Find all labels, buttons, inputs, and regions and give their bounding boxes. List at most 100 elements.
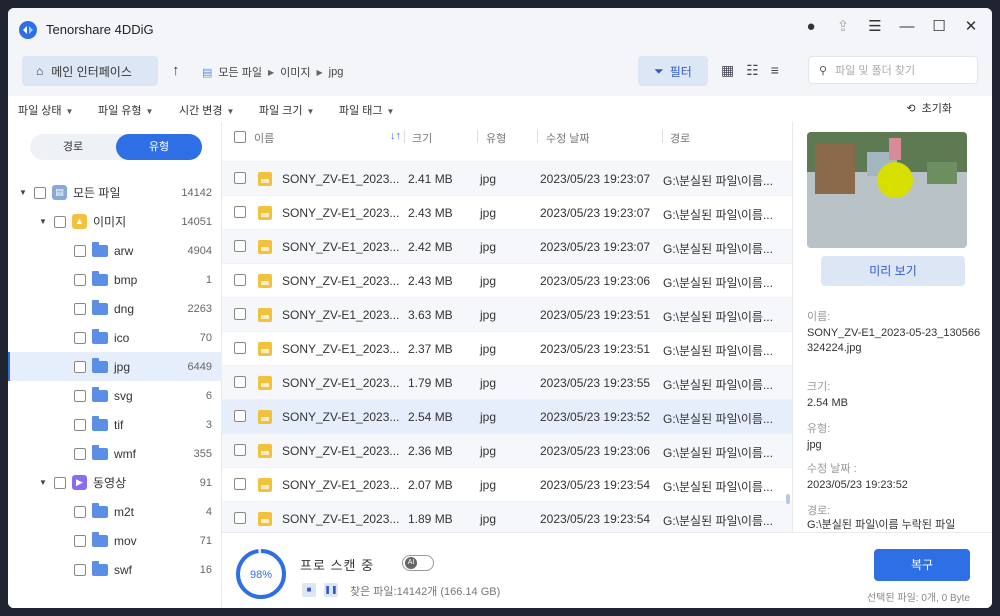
tree-item-mov[interactable]: mov 71 — [8, 526, 222, 555]
minimize-icon[interactable]: — — [898, 18, 916, 36]
tab-path[interactable]: 경로 — [30, 134, 116, 160]
tree-item-arw[interactable]: arw 4904 — [8, 236, 222, 265]
account-icon[interactable]: ● — [802, 18, 820, 36]
detail-view-icon[interactable]: ☷ — [746, 62, 759, 79]
checkbox[interactable] — [54, 215, 66, 228]
cell-size: 1.79 MB — [408, 376, 453, 390]
tree-item-tif[interactable]: tif 3 — [8, 410, 222, 439]
tree-item-all-files[interactable]: ▼ ▤ 모든 파일 14142 — [8, 178, 222, 207]
table-row[interactable]: SONY_ZV-E1_2023... 1.89 MB jpg 2023/05/2… — [222, 501, 792, 535]
tree-item-images[interactable]: ▼ ▲ 이미지 14051 — [8, 207, 222, 236]
column-name[interactable]: 이름 — [254, 130, 274, 146]
reset-button[interactable]: ⟲ 초기화 — [906, 100, 952, 116]
checkbox[interactable] — [74, 360, 86, 373]
row-checkbox[interactable] — [234, 444, 246, 456]
column-size[interactable]: 크기 — [412, 130, 432, 146]
breadcrumb-item[interactable]: 모든 파일 — [218, 64, 262, 80]
tab-type[interactable]: 유형 — [116, 134, 202, 160]
column-path[interactable]: 경로 — [670, 130, 690, 146]
share-icon[interactable]: ⇪ — [834, 18, 852, 36]
pause-button[interactable]: ❚❚ — [324, 583, 338, 597]
up-arrow-icon[interactable]: ↑ — [172, 62, 180, 79]
row-checkbox[interactable] — [234, 172, 246, 184]
maximize-icon[interactable]: ☐ — [930, 18, 948, 36]
filter-file-status[interactable]: 파일 상태 ▼ — [18, 102, 73, 118]
row-checkbox[interactable] — [234, 274, 246, 286]
table-row[interactable]: SONY_ZV-E1_2023... 3.63 MB jpg 2023/05/2… — [222, 297, 792, 331]
row-checkbox[interactable] — [234, 410, 246, 422]
cell-name: SONY_ZV-E1_2023... — [282, 240, 400, 254]
row-checkbox[interactable] — [234, 240, 246, 252]
filter-button[interactable]: ⏷ 필터 — [638, 56, 708, 86]
row-checkbox[interactable] — [234, 342, 246, 354]
row-checkbox[interactable] — [234, 512, 246, 524]
cell-path: G:\분실된 파일\이름... — [663, 412, 773, 426]
preview-button[interactable]: 미리 보기 — [821, 256, 965, 286]
table-row[interactable]: SONY_ZV-E1_2023... 2.42 MB jpg 2023/05/2… — [222, 229, 792, 263]
checkbox[interactable] — [34, 186, 46, 199]
tree-item-ico[interactable]: ico 70 — [8, 323, 222, 352]
table-row[interactable]: SONY_ZV-E1_2023... 2.37 MB jpg 2023/05/2… — [222, 331, 792, 365]
table-row[interactable]: SONY_ZV-E1_2023... 2.07 MB jpg 2023/05/2… — [222, 467, 792, 501]
row-checkbox[interactable] — [234, 308, 246, 320]
breadcrumb-item[interactable]: jpg — [329, 66, 344, 78]
ai-toggle[interactable]: AI — [402, 555, 434, 571]
menu-icon[interactable]: ☰ — [866, 18, 884, 36]
list-view-icon[interactable]: ≡ — [771, 62, 779, 79]
checkbox[interactable] — [74, 563, 86, 576]
tree-label: bmp — [114, 272, 138, 287]
table-row[interactable]: SONY_ZV-E1_2023... 2.41 MB jpg 2023/05/2… — [222, 161, 792, 195]
table-row[interactable]: SONY_ZV-E1_2023... 2.54 MB jpg 2023/05/2… — [222, 399, 792, 433]
grid-view-icon[interactable]: ▦ — [721, 62, 734, 79]
expand-icon[interactable]: ▼ — [18, 188, 28, 197]
table-row[interactable]: SONY_ZV-E1_2023... 2.43 MB jpg 2023/05/2… — [222, 263, 792, 297]
checkbox[interactable] — [74, 389, 86, 402]
cell-size: 2.07 MB — [408, 478, 453, 492]
tree-item-wmf[interactable]: wmf 355 — [8, 439, 222, 468]
checkbox[interactable] — [54, 476, 66, 489]
checkbox[interactable] — [74, 331, 86, 344]
close-icon[interactable]: ✕ — [962, 18, 980, 36]
table-row[interactable]: SONY_ZV-E1_2023... 2.43 MB jpg 2023/05/2… — [222, 195, 792, 229]
checkbox[interactable] — [74, 534, 86, 547]
checkbox[interactable] — [74, 273, 86, 286]
checkbox[interactable] — [74, 505, 86, 518]
filter-file-size[interactable]: 파일 크기 ▼ — [259, 102, 314, 118]
row-checkbox[interactable] — [234, 206, 246, 218]
column-type[interactable]: 유형 — [486, 130, 506, 146]
filter-file-tag[interactable]: 파일 태그 ▼ — [339, 102, 394, 118]
tree-item-bmp[interactable]: bmp 1 — [8, 265, 222, 294]
table-row[interactable]: SONY_ZV-E1_2023... 1.79 MB jpg 2023/05/2… — [222, 365, 792, 399]
row-checkbox[interactable] — [234, 478, 246, 490]
search-input[interactable]: ⚲ 파일 및 폴더 찾기 — [808, 56, 978, 84]
tree-item-svg[interactable]: svg 6 — [8, 381, 222, 410]
tree-item-m2t[interactable]: m2t 4 — [8, 497, 222, 526]
list-scrollbar[interactable] — [786, 494, 790, 504]
tree-item-swf[interactable]: swf 16 — [8, 555, 222, 584]
stop-button[interactable]: ■ — [302, 583, 316, 597]
checkbox[interactable] — [74, 447, 86, 460]
breadcrumb-item[interactable]: 이미지 — [280, 64, 310, 80]
main-interface-button[interactable]: ⌂ 메인 인터페이스 — [22, 56, 158, 86]
table-row[interactable]: SONY_ZV-E1_2023... 2.36 MB jpg 2023/05/2… — [222, 433, 792, 467]
title-bar: Tenorshare 4DDiG ● ⇪ ☰ — ☐ ✕ — [8, 8, 992, 52]
filter-file-type[interactable]: 파일 유형 ▼ — [98, 102, 153, 118]
tree-count: 16 — [199, 563, 212, 576]
checkbox[interactable] — [74, 418, 86, 431]
select-all-checkbox[interactable] — [234, 131, 246, 143]
checkbox[interactable] — [74, 302, 86, 315]
cell-name: SONY_ZV-E1_2023... — [282, 410, 400, 424]
recover-button[interactable]: 복구 — [874, 549, 970, 581]
tree-item-dng[interactable]: dng 2263 — [8, 294, 222, 323]
checkbox[interactable] — [74, 244, 86, 257]
sort-icon[interactable]: ↓↑ — [390, 130, 401, 142]
column-date[interactable]: 수정 날짜 — [546, 130, 590, 146]
expand-icon[interactable]: ▼ — [38, 217, 48, 226]
tree-item-video[interactable]: ▼ ▶ 동영상 91 — [8, 468, 222, 497]
row-checkbox[interactable] — [234, 376, 246, 388]
expand-icon[interactable]: ▼ — [38, 478, 48, 487]
filter-time-change[interactable]: 시간 변경 ▼ — [179, 102, 234, 118]
tree-item-jpg[interactable]: jpg 6449 — [8, 352, 222, 381]
jpg-file-icon — [258, 240, 272, 254]
tree-label: m2t — [114, 504, 135, 519]
